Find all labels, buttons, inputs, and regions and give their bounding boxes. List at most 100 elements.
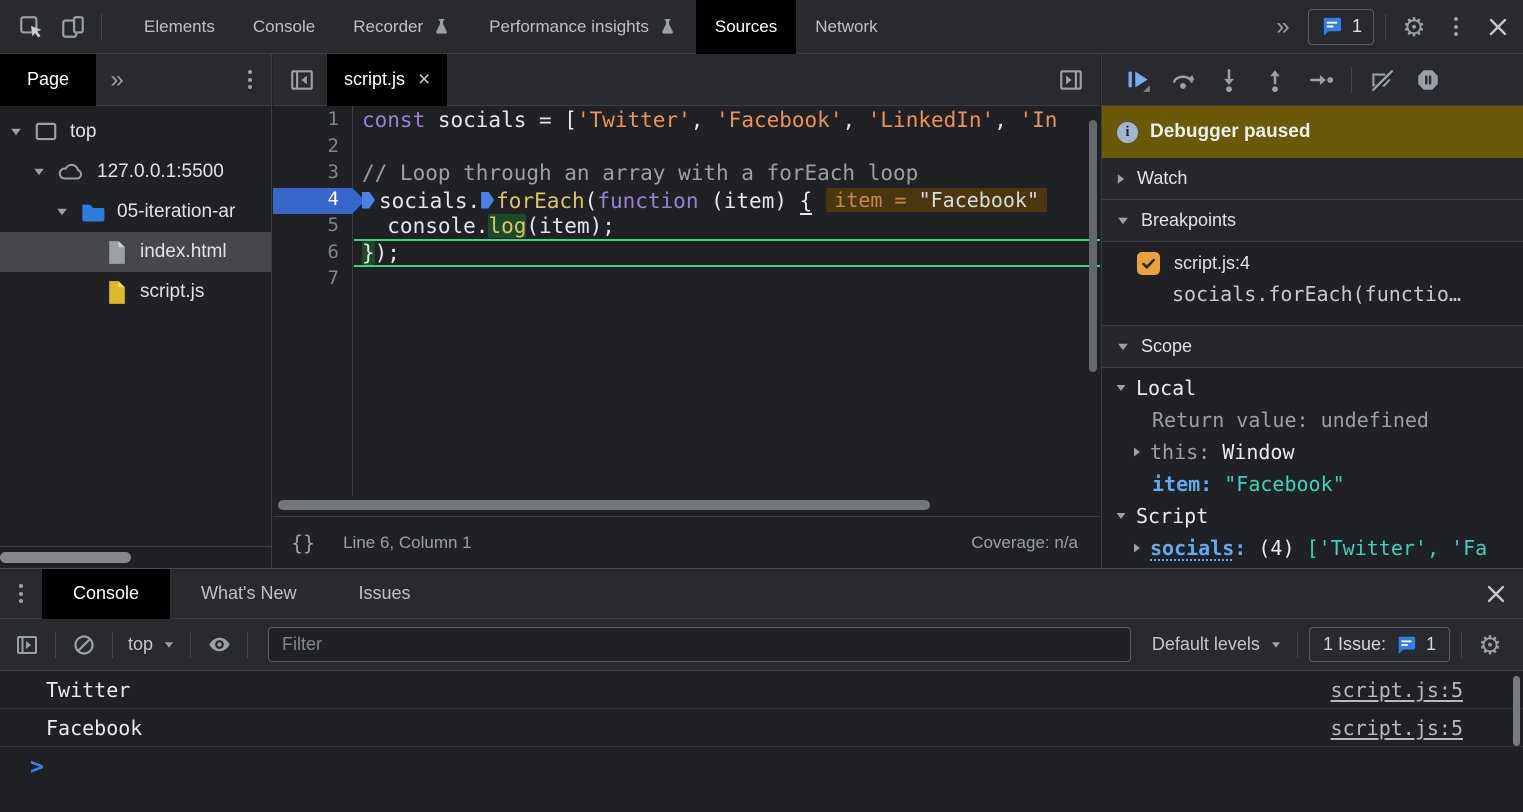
scope-this[interactable]: this: Window: [1102, 436, 1523, 468]
close-tab-icon[interactable]: ×: [418, 69, 430, 90]
file-icon-html: [104, 239, 129, 266]
log-levels-selector[interactable]: Default levels: [1144, 634, 1290, 655]
line-number[interactable]: 7: [273, 267, 352, 294]
drawer-menu-button[interactable]: [0, 573, 42, 615]
console-scrollbar[interactable]: [1513, 676, 1520, 746]
file-tree: top 127.0.0.1:5500 05-iteration-ar index…: [0, 112, 271, 312]
navigator-more-tabs-button[interactable]: »: [96, 59, 138, 101]
console-sidebar-button[interactable]: [6, 624, 48, 666]
step-button[interactable]: [1298, 59, 1344, 101]
scrollbar-thumb[interactable]: [0, 552, 131, 563]
filter-input[interactable]: [268, 627, 1131, 662]
section-watch[interactable]: Watch: [1102, 158, 1523, 200]
code-line-3: // Loop through an array with a forEach …: [362, 161, 1087, 188]
line-number[interactable]: 2: [273, 135, 352, 162]
tab-performance-insights[interactable]: Performance insights: [470, 0, 696, 54]
deactivate-breakpoints-icon: [1369, 67, 1395, 93]
console-prompt-row[interactable]: >: [0, 747, 1523, 787]
navigator-scrollbar[interactable]: [0, 546, 271, 568]
drawer-tab-whats-new[interactable]: What's New: [170, 569, 327, 619]
context-selector[interactable]: top: [120, 634, 183, 655]
tab-sources[interactable]: Sources: [696, 0, 796, 54]
scope-local[interactable]: Local: [1102, 372, 1523, 404]
navigator-menu-button[interactable]: [229, 59, 271, 101]
pretty-print-button[interactable]: {}: [291, 531, 315, 555]
tab-label: What's New: [201, 583, 296, 604]
line-number[interactable]: 3: [273, 161, 352, 188]
toolbar-divider: [1297, 632, 1298, 658]
line-number[interactable]: 1: [273, 108, 352, 135]
editor-vertical-scrollbar[interactable]: [1089, 120, 1097, 372]
tab-network[interactable]: Network: [796, 0, 896, 54]
console-message-text: Twitter: [46, 678, 130, 702]
line-number[interactable]: 6: [273, 241, 352, 268]
code-line-1: const socials = ['Twitter', 'Facebook', …: [362, 108, 1087, 135]
resume-button[interactable]: [1114, 59, 1160, 101]
scope-socials[interactable]: socials: (4) ['Twitter', 'Fa: [1102, 532, 1523, 564]
debugger-sidebar: i Debugger paused Watch Breakpoints scri…: [1101, 54, 1523, 568]
scope-item[interactable]: item: "Facebook": [1102, 468, 1523, 500]
inspect-button[interactable]: [10, 6, 52, 48]
tree-item-script-js[interactable]: script.js: [0, 272, 271, 312]
pause-on-exceptions-button[interactable]: [1405, 59, 1451, 101]
line-number[interactable]: 5: [273, 214, 352, 241]
source-link[interactable]: script.js:5: [1331, 678, 1463, 702]
code-line-2: [362, 135, 1087, 162]
close-drawer-button[interactable]: [1475, 573, 1517, 615]
editor-tab-script-js[interactable]: script.js ×: [327, 54, 447, 106]
toolbar-divider: [1385, 14, 1386, 40]
step-over-button[interactable]: [1160, 59, 1206, 101]
clear-console-button[interactable]: [63, 624, 105, 666]
tree-item-folder[interactable]: 05-iteration-ar: [0, 192, 271, 232]
tab-label: Page: [27, 69, 69, 90]
toolbar-divider: [247, 632, 248, 658]
console-settings-button[interactable]: ⚙: [1469, 624, 1511, 666]
line-number-current-paused[interactable]: 4: [273, 188, 352, 215]
code-area[interactable]: 1 2 3 4 5 6 7 const socials = ['Twitter'…: [273, 106, 1100, 496]
section-scope[interactable]: Scope: [1102, 326, 1523, 368]
eye-icon: [207, 632, 232, 657]
main-menu-button[interactable]: [1435, 6, 1477, 48]
device-toolbar-button[interactable]: [52, 6, 94, 48]
tab-console[interactable]: Console: [234, 0, 334, 54]
deactivate-breakpoints-button[interactable]: [1359, 59, 1405, 101]
section-title: Watch: [1137, 168, 1187, 189]
live-expression-button[interactable]: [198, 624, 240, 666]
issues-counter-button[interactable]: 1: [1308, 9, 1374, 45]
step-into-button[interactable]: [1206, 59, 1252, 101]
settings-button[interactable]: ⚙: [1393, 6, 1435, 48]
console-message-text: Facebook: [46, 716, 142, 740]
issues-button[interactable]: 1 Issue: 1: [1309, 627, 1450, 662]
close-devtools-button[interactable]: [1477, 6, 1519, 48]
breakpoint-code-preview: socials.forEach(functio…: [1102, 275, 1523, 306]
console-message-row: Facebook script.js:5: [0, 709, 1523, 747]
tree-item-index-html[interactable]: index.html: [0, 232, 271, 272]
device-toolbar-icon: [60, 14, 86, 40]
editor-horizontal-scrollbar[interactable]: [273, 497, 1100, 515]
more-tabs-button[interactable]: »: [1262, 6, 1304, 48]
section-title: Breakpoints: [1141, 210, 1236, 231]
step-out-button[interactable]: [1252, 59, 1298, 101]
caret-down-icon: [1118, 217, 1128, 223]
line-number-gutter[interactable]: 1 2 3 4 5 6 7: [273, 106, 353, 496]
show-debugger-button[interactable]: [1050, 59, 1092, 101]
caret-down-icon: [165, 642, 173, 647]
drawer-tab-issues[interactable]: Issues: [328, 569, 442, 619]
tab-label: Network: [815, 17, 877, 37]
tab-recorder[interactable]: Recorder: [334, 0, 470, 54]
scrollbar-thumb[interactable]: [278, 500, 930, 510]
scope-script[interactable]: Script: [1102, 500, 1523, 532]
section-breakpoints[interactable]: Breakpoints: [1102, 200, 1523, 242]
issue-count: 1: [1426, 634, 1436, 655]
source-link[interactable]: script.js:5: [1331, 716, 1463, 740]
tab-elements[interactable]: Elements: [125, 0, 234, 54]
kebab-menu-icon: [248, 70, 252, 89]
levels-label: Default levels: [1152, 634, 1260, 655]
drawer-tab-console[interactable]: Console: [42, 569, 170, 619]
tree-item-host[interactable]: 127.0.0.1:5500: [0, 152, 271, 192]
tree-item-top[interactable]: top: [0, 112, 271, 152]
navigator-tab-page[interactable]: Page: [0, 54, 96, 106]
hide-navigator-button[interactable]: [281, 59, 323, 101]
breakpoint-checkbox[interactable]: [1137, 252, 1160, 275]
breakpoint-entry[interactable]: script.js:4 socials.forEach(functio…: [1102, 242, 1523, 326]
